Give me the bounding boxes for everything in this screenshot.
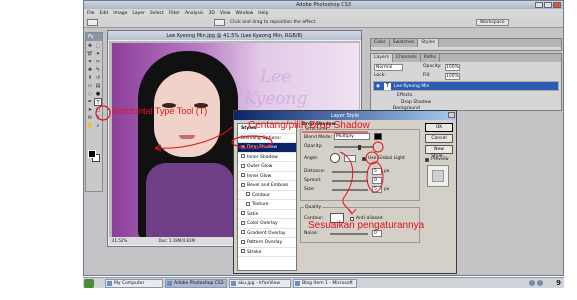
- taskbar-item[interactable]: Adobe Photoshop CS3: [165, 279, 227, 288]
- taskbar-item-label: My Computer: [114, 281, 145, 286]
- taskbar: My Computer Adobe Photoshop CS3 aku.jpg …: [83, 277, 564, 288]
- taskbar-item-label: Blog Item 1 - Microsoft: [302, 281, 353, 286]
- volume-icon[interactable]: [529, 280, 535, 286]
- values-highlight-circle: [366, 161, 384, 193]
- annotation-overlay: [95, 105, 384, 215]
- ubuntu-start-icon[interactable]: [84, 279, 94, 288]
- irfanview-icon: [231, 281, 236, 286]
- annotation-tool: Horizontal Type Tool (T): [112, 106, 208, 116]
- clock[interactable]: 9: [556, 279, 561, 287]
- tool-highlight-circle: [95, 105, 111, 121]
- network-icon[interactable]: [537, 280, 543, 286]
- photoshop-icon: [167, 281, 172, 286]
- taskbar-item-label: Adobe Photoshop CS3: [174, 281, 224, 286]
- browser-icon: [295, 281, 300, 286]
- annotation-check: Centang/pilih Drop Shadow: [248, 120, 370, 131]
- arrowhead-adjust: [347, 208, 357, 215]
- arrow-check: [154, 126, 233, 149]
- taskbar-item[interactable]: My Computer: [105, 279, 163, 288]
- annotation-adjust: Sesuaikan pengaturannya: [308, 220, 425, 231]
- arrow-adjust: [339, 151, 354, 215]
- computer-icon: [107, 281, 112, 286]
- taskbar-item[interactable]: Blog Item 1 - Microsoft: [293, 279, 357, 288]
- drop-shadow-highlight-circle: [231, 135, 273, 149]
- opacity-highlight-circle: [372, 141, 384, 153]
- taskbar-item-label: aku.jpg - IrfanView: [238, 281, 281, 286]
- taskbar-item[interactable]: aku.jpg - IrfanView: [229, 279, 291, 288]
